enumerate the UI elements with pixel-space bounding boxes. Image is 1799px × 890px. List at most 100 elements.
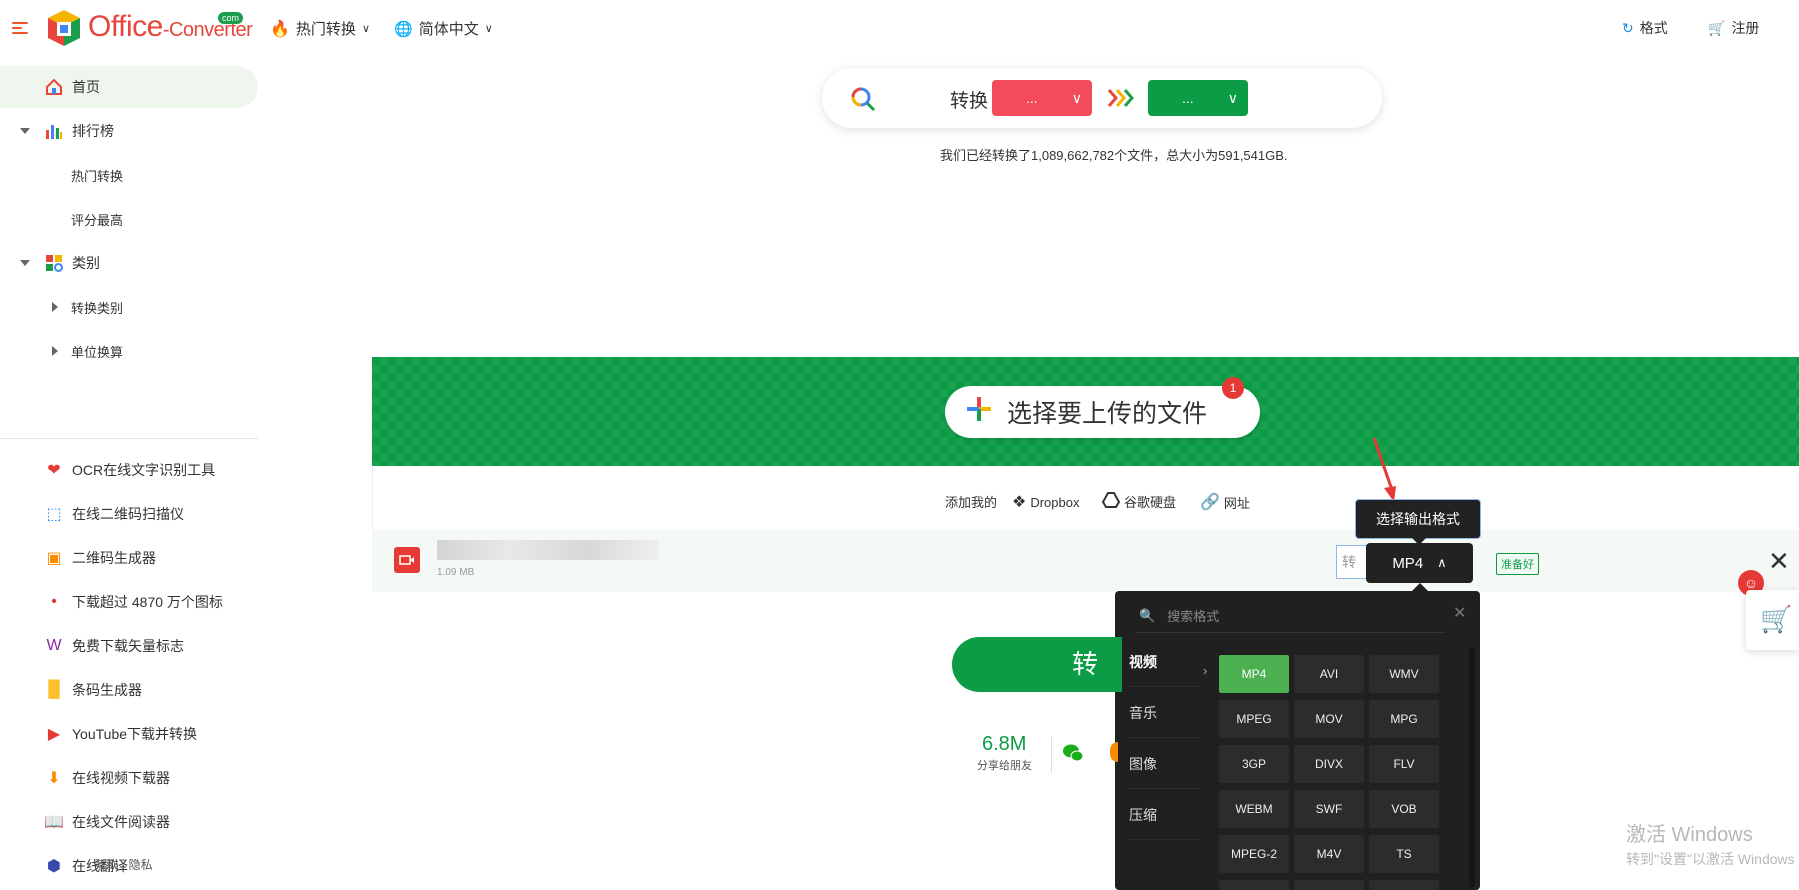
sidebar-tool-item[interactable]: ❤ OCR在线文字识别工具 <box>0 449 258 491</box>
hot-conversions-menu[interactable]: 🔥 热门转换 ∨ <box>270 18 370 39</box>
format-option[interactable]: MPEG <box>1219 700 1289 738</box>
format-option[interactable]: WMV <box>1369 655 1439 693</box>
to-format-value: ... <box>1182 90 1194 106</box>
upload-sources <box>372 466 1799 530</box>
caret-down-icon <box>20 260 30 266</box>
sidebar-item-label: 首页 <box>72 79 100 95</box>
cart-widget[interactable]: 🛒 <box>1746 590 1799 650</box>
share-label: 分享给朋友 <box>977 760 1032 772</box>
watermark-line2: 转到"设置"以激活 Windows <box>1626 851 1795 867</box>
sidebar-item-conversion-category[interactable]: 转换类别 <box>0 286 258 328</box>
sidebar-tool-label: 在线文件阅读器 <box>72 814 170 830</box>
choose-file-button[interactable]: 选择要上传的文件 <box>945 386 1260 438</box>
caret-right-icon <box>52 346 58 356</box>
watermark-line1: 激活 Windows <box>1626 824 1753 846</box>
format-option[interactable]: WEBM <box>1219 790 1289 828</box>
youtube-icon: ▶ <box>47 726 61 743</box>
sidebar-item-label: 单位换算 <box>71 344 124 360</box>
chevron-down-icon: ∨ <box>361 23 370 35</box>
format-panel: 🔍 搜索格式 ✕ 视频 音乐 图像 压缩 › MP4 AVI WMV MPEG MOV MPG 3… <box>1115 591 1480 890</box>
format-option[interactable]: MPEG-2 <box>1219 835 1289 873</box>
clear-search-icon[interactable]: ✕ <box>1453 603 1466 623</box>
wechat-icon[interactable] <box>1062 742 1084 764</box>
vector-logo-icon: W <box>46 637 62 654</box>
video-download-icon: ⬇ <box>47 770 61 787</box>
share-count: 6.8M <box>982 733 1027 755</box>
chevron-down-icon: ∨ <box>1071 89 1082 106</box>
format-category-tab[interactable]: 压缩 <box>1129 790 1199 840</box>
convert-button[interactable]: 转换 <box>952 637 1122 734</box>
sidebar-tool-item[interactable]: ⬇ 在线视频下载器 <box>0 757 258 799</box>
arrows-right-icon <box>1107 86 1137 115</box>
sidebar-tool-item[interactable]: ▶ YouTube下载并转换 <box>0 713 258 755</box>
footer-links[interactable]: 条款 · 隐私 <box>94 856 153 873</box>
sidebar-tool-item[interactable]: • 下载超过 4870 万个图标 <box>0 581 258 623</box>
format-category-tab[interactable]: 视频 <box>1129 637 1199 687</box>
from-format-value: ... <box>1026 90 1038 106</box>
output-format-button[interactable]: MP4 ∧ <box>1366 543 1473 583</box>
close-icon[interactable]: ✕ <box>1768 548 1790 574</box>
sidebar-tool-item[interactable]: ⬚ 在线二维码扫描仪 <box>0 493 258 535</box>
format-option[interactable]: SWF <box>1294 790 1364 828</box>
search-icon <box>850 86 876 117</box>
translate-icon: ⬢ <box>47 858 61 875</box>
cart-add-icon: 🛒 <box>1760 604 1793 634</box>
formats-link[interactable]: ↻ 格式 <box>1622 18 1668 38</box>
format-option[interactable]: MPG <box>1369 700 1439 738</box>
format-category-tab[interactable]: 图像 <box>1129 739 1199 789</box>
sidebar-tool-item[interactable]: W 免费下载矢量标志 <box>0 625 258 667</box>
globe-icon: 🌐 <box>394 20 413 38</box>
sidebar-tool-item[interactable]: ▣ 二维码生成器 <box>0 537 258 579</box>
file-count-badge: 1 <box>1222 377 1244 399</box>
barcode-icon: █ <box>48 681 60 698</box>
dropbox-link[interactable]: ❖ Dropbox <box>1012 492 1079 512</box>
chevron-down-icon: ∨ <box>1227 89 1238 106</box>
format-option[interactable]: M4V <box>1294 835 1364 873</box>
format-option[interactable]: AVI <box>1294 655 1364 693</box>
sidebar-tool-label: 免费下载矢量标志 <box>72 638 184 654</box>
format-option-partial[interactable] <box>1294 880 1364 890</box>
sidebar-item-ranking[interactable]: 排行榜 <box>0 110 258 152</box>
heart-icon: ❤ <box>47 462 61 479</box>
language-menu[interactable]: 🌐 简体中文 ∨ <box>394 18 493 39</box>
google-drive-link[interactable]: 谷歌硬盘 <box>1101 492 1176 511</box>
format-option[interactable]: MOV <box>1294 700 1364 738</box>
sidebar-tool-label: 在线视频下载器 <box>72 770 170 786</box>
logo-icon[interactable] <box>44 8 84 48</box>
sidebar-divider <box>0 438 258 439</box>
sidebar-item-category[interactable]: 类别 <box>0 242 258 284</box>
sidebar-item-hot[interactable]: 热门转换 <box>0 154 258 196</box>
register-link[interactable]: 🛒 注册 <box>1708 18 1759 38</box>
converter-bar: 转换 ... ∨ ... ∨ <box>822 68 1382 128</box>
sidebar-tool-item[interactable]: █ 条码生成器 <box>0 669 258 711</box>
format-category-tab[interactable]: 音乐 <box>1129 688 1199 738</box>
menu-icon[interactable] <box>12 22 28 34</box>
to-format-select[interactable]: ... ∨ <box>1148 80 1248 116</box>
from-format-select[interactable]: ... ∨ <box>992 80 1092 116</box>
format-option[interactable]: DIVX <box>1294 745 1364 783</box>
url-label: 网址 <box>1223 495 1250 511</box>
format-option[interactable]: MP4 <box>1219 655 1289 693</box>
select-format-tooltip: 选择输出格式 <box>1356 500 1480 538</box>
file-name-blurred <box>437 540 659 560</box>
fire-icon: 🔥 <box>270 20 290 38</box>
sidebar-item-label: 转换类别 <box>71 300 124 316</box>
sidebar-tool-item[interactable]: 📖 在线文件阅读器 <box>0 801 258 843</box>
panel-scrollbar[interactable] <box>1469 647 1475 887</box>
url-link[interactable]: 🔗 网址 <box>1200 492 1250 512</box>
share-divider <box>1051 737 1052 773</box>
sidebar-item-top-rated[interactable]: 评分最高 <box>0 198 258 240</box>
format-option[interactable]: 3GP <box>1219 745 1289 783</box>
share-partial-icon[interactable] <box>1110 742 1118 762</box>
format-option[interactable]: VOB <box>1369 790 1439 828</box>
sidebar-item-unit-conversion[interactable]: 单位换算 <box>0 330 258 372</box>
format-search[interactable]: 🔍 搜索格式 <box>1135 599 1445 633</box>
format-option[interactable]: FLV <box>1369 745 1439 783</box>
register-label: 注册 <box>1731 20 1760 36</box>
format-option-partial[interactable] <box>1219 880 1289 890</box>
sidebar-item-home[interactable]: 首页 <box>0 66 258 108</box>
home-icon <box>44 77 64 97</box>
sidebar-tool-label: 条码生成器 <box>72 682 142 698</box>
format-option[interactable]: TS <box>1369 835 1439 873</box>
format-option-partial[interactable] <box>1369 880 1439 890</box>
